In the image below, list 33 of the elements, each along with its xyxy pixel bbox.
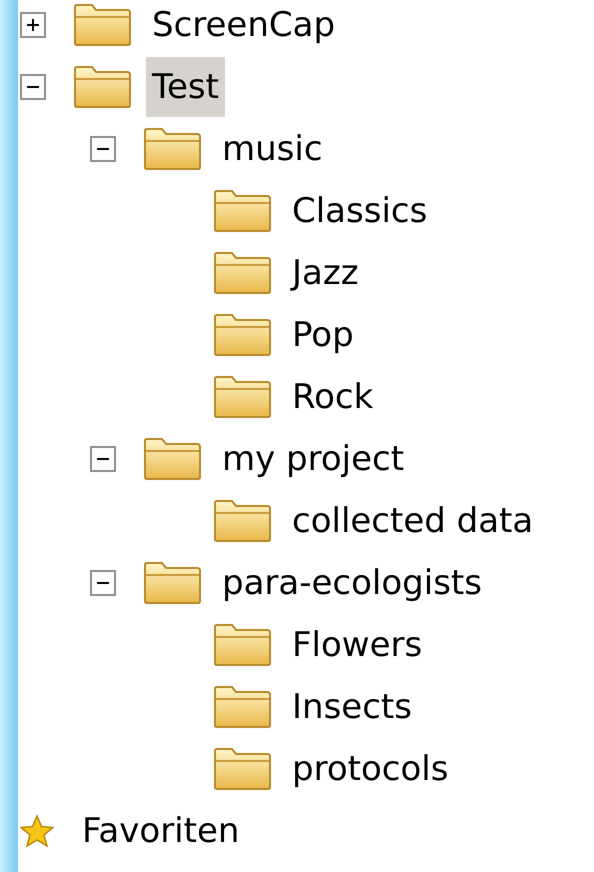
folder-icon: [212, 375, 272, 419]
folder-icon: [142, 561, 202, 605]
tree-item[interactable]: collected data: [286, 491, 540, 551]
folder-icon: [212, 251, 272, 295]
tree-item[interactable]: music: [216, 119, 329, 179]
tree-item[interactable]: Pop: [286, 305, 360, 365]
folder-icon: [212, 685, 272, 729]
tree-item[interactable]: my project: [216, 429, 410, 489]
folder-icon: [212, 623, 272, 667]
tree-item[interactable]: Test: [146, 57, 225, 117]
folder-icon: [212, 313, 272, 357]
folder-icon: [212, 747, 272, 791]
folder-icon: [212, 189, 272, 233]
folder-icon: [142, 127, 202, 171]
collapse-icon[interactable]: [90, 136, 116, 162]
collapse-icon[interactable]: [90, 570, 116, 596]
folder-icon: [212, 499, 272, 543]
expand-icon[interactable]: [20, 12, 46, 38]
tree-item[interactable]: Rock: [286, 367, 380, 427]
tree-item[interactable]: Favoriten: [76, 801, 246, 861]
collapse-icon[interactable]: [20, 74, 46, 100]
folder-icon: [72, 3, 132, 47]
tree-item[interactable]: Jazz: [286, 243, 365, 303]
collapse-icon[interactable]: [90, 446, 116, 472]
tree-item[interactable]: ScreenCap: [146, 0, 342, 55]
folder-icon: [142, 437, 202, 481]
tree-item[interactable]: para-ecologists: [216, 553, 488, 613]
folder-icon: [72, 65, 132, 109]
tree-item[interactable]: Classics: [286, 181, 434, 241]
tree-item[interactable]: protocols: [286, 739, 454, 799]
star-icon: [20, 814, 54, 848]
tree-item[interactable]: Insects: [286, 677, 418, 737]
tree-item[interactable]: Flowers: [286, 615, 428, 675]
